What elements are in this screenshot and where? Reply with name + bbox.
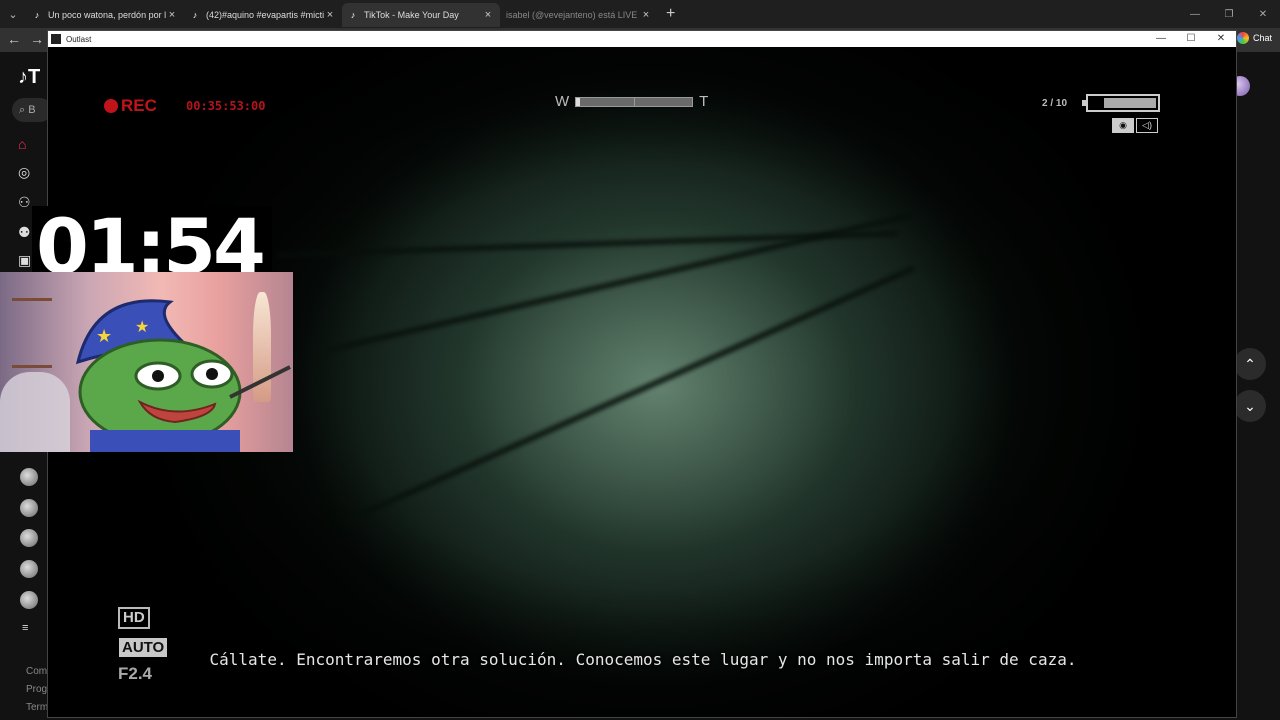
frog-face: [78, 338, 242, 446]
hd-badge: HD: [118, 607, 150, 629]
tiktok-icon: ♪: [192, 10, 198, 20]
avatar[interactable]: [20, 468, 38, 486]
zoom-indicator: W T: [555, 93, 708, 110]
rec-label: REC: [121, 96, 157, 115]
list-icon[interactable]: ≡: [22, 622, 28, 634]
tiktok-icon: ♪: [34, 10, 40, 20]
live-icon[interactable]: ▣: [18, 252, 31, 269]
aperture-label: F2.4: [118, 664, 153, 683]
search-input[interactable]: ⌕ B: [12, 98, 52, 122]
battery-level-fill: [1103, 98, 1156, 108]
avatar[interactable]: [20, 591, 38, 609]
footer-link[interactable]: Prog: [26, 684, 47, 695]
close-icon[interactable]: ×: [166, 9, 178, 21]
avatar[interactable]: [20, 529, 38, 547]
subtitle-text: Cállate. Encontraremos otra solución. Co…: [209, 650, 1077, 669]
chevron-down-icon: ⌄: [1244, 397, 1256, 414]
window-title: Outlast: [66, 34, 92, 44]
arrow-right-icon[interactable]: →: [30, 31, 44, 47]
copilot-icon: [1236, 32, 1249, 44]
battery-count: 2 / 10: [1042, 98, 1068, 109]
hud-mode-icons: ◉ ◁): [1112, 118, 1158, 133]
game-window-titlebar[interactable]: Outlast — ☐ ✕: [48, 31, 1236, 47]
tab-title: (42)#aquino #evapartis #mictia00: [206, 10, 324, 20]
close-icon[interactable]: ✕: [1246, 0, 1280, 28]
browser-tab-3[interactable]: ♪ TikTok - Make Your Day ×: [342, 3, 500, 27]
minimize-icon[interactable]: —: [1146, 31, 1176, 47]
close-icon[interactable]: ✕: [1206, 31, 1236, 47]
battery-icon: [1082, 94, 1160, 112]
right-pupil: [206, 368, 218, 380]
star-icon: ★: [135, 319, 149, 336]
avatar[interactable]: [20, 560, 38, 578]
chevron-up-icon: ⌃: [1244, 355, 1256, 372]
following-icon[interactable]: ⚇: [18, 194, 31, 211]
webcam-overlay: ★ ★ ★ ★: [0, 272, 293, 452]
left-pupil: [152, 370, 164, 382]
arrow-left-icon[interactable]: ←: [7, 31, 21, 47]
eye-icon: ◉: [1112, 118, 1134, 133]
restore-icon[interactable]: ❐: [1212, 0, 1246, 28]
zoom-level-fill: [576, 97, 580, 106]
browser-window-controls: — ❐ ✕: [1178, 0, 1280, 28]
tab-title: Un poco watona, perdón por las c: [48, 10, 166, 20]
tiktok-icon: ♪: [350, 10, 356, 20]
browser-tab-bar: ⌄ ♪ Un poco watona, perdón por las c × ♪…: [0, 0, 1280, 28]
home-icon[interactable]: ⌂: [18, 136, 26, 152]
tab-title: TikTok - Make Your Day: [364, 10, 459, 20]
rec-indicator: REC: [104, 96, 157, 116]
app-icon: [51, 34, 61, 44]
frog-body: [90, 430, 240, 452]
footer-link[interactable]: Term: [26, 702, 48, 713]
rec-timecode: 00:35:53:00: [186, 99, 266, 113]
explore-icon[interactable]: ◎: [18, 164, 30, 181]
chat-button[interactable]: Chat: [1236, 32, 1272, 44]
close-icon[interactable]: ×: [482, 9, 494, 21]
record-dot-icon: [104, 99, 118, 113]
scroll-down-button[interactable]: ⌄: [1234, 390, 1266, 422]
zoom-midpoint-tick: [634, 96, 636, 107]
close-icon[interactable]: ×: [324, 9, 336, 21]
chevron-down-icon[interactable]: ⌄: [0, 0, 26, 28]
close-icon[interactable]: ×: [640, 9, 652, 21]
zoom-wide-label: W: [555, 93, 570, 110]
browser-tab-2[interactable]: ♪ (42)#aquino #evapartis #mictia00 ×: [184, 3, 342, 27]
star-icon: ★: [96, 326, 112, 346]
pepe-wizard-avatar: ★ ★ ★ ★: [75, 299, 291, 452]
speaker-icon: ◁): [1136, 118, 1158, 133]
maximize-icon[interactable]: ☐: [1176, 31, 1206, 47]
zoom-bar: [575, 96, 694, 107]
tab-title: isabel (@vevejanteno) está LIVE: [506, 10, 638, 20]
scroll-up-button[interactable]: ⌃: [1234, 348, 1266, 380]
tiktok-logo[interactable]: ♪T: [18, 66, 40, 89]
footer-link[interactable]: Com: [26, 666, 47, 677]
auto-badge: AUTO: [119, 638, 168, 657]
zoom-tele-label: T: [699, 93, 709, 110]
game-window-controls: — ☐ ✕: [1146, 31, 1236, 47]
minimize-icon[interactable]: —: [1178, 0, 1212, 28]
browser-tab-1[interactable]: ♪ Un poco watona, perdón por las c ×: [26, 3, 184, 27]
plus-icon[interactable]: +: [666, 5, 675, 23]
browser-tab-4[interactable]: isabel (@vevejanteno) está LIVE ×: [500, 3, 658, 27]
chat-label: Chat: [1252, 33, 1272, 43]
avatar[interactable]: [20, 499, 38, 517]
friends-icon[interactable]: ⚉: [18, 224, 31, 241]
